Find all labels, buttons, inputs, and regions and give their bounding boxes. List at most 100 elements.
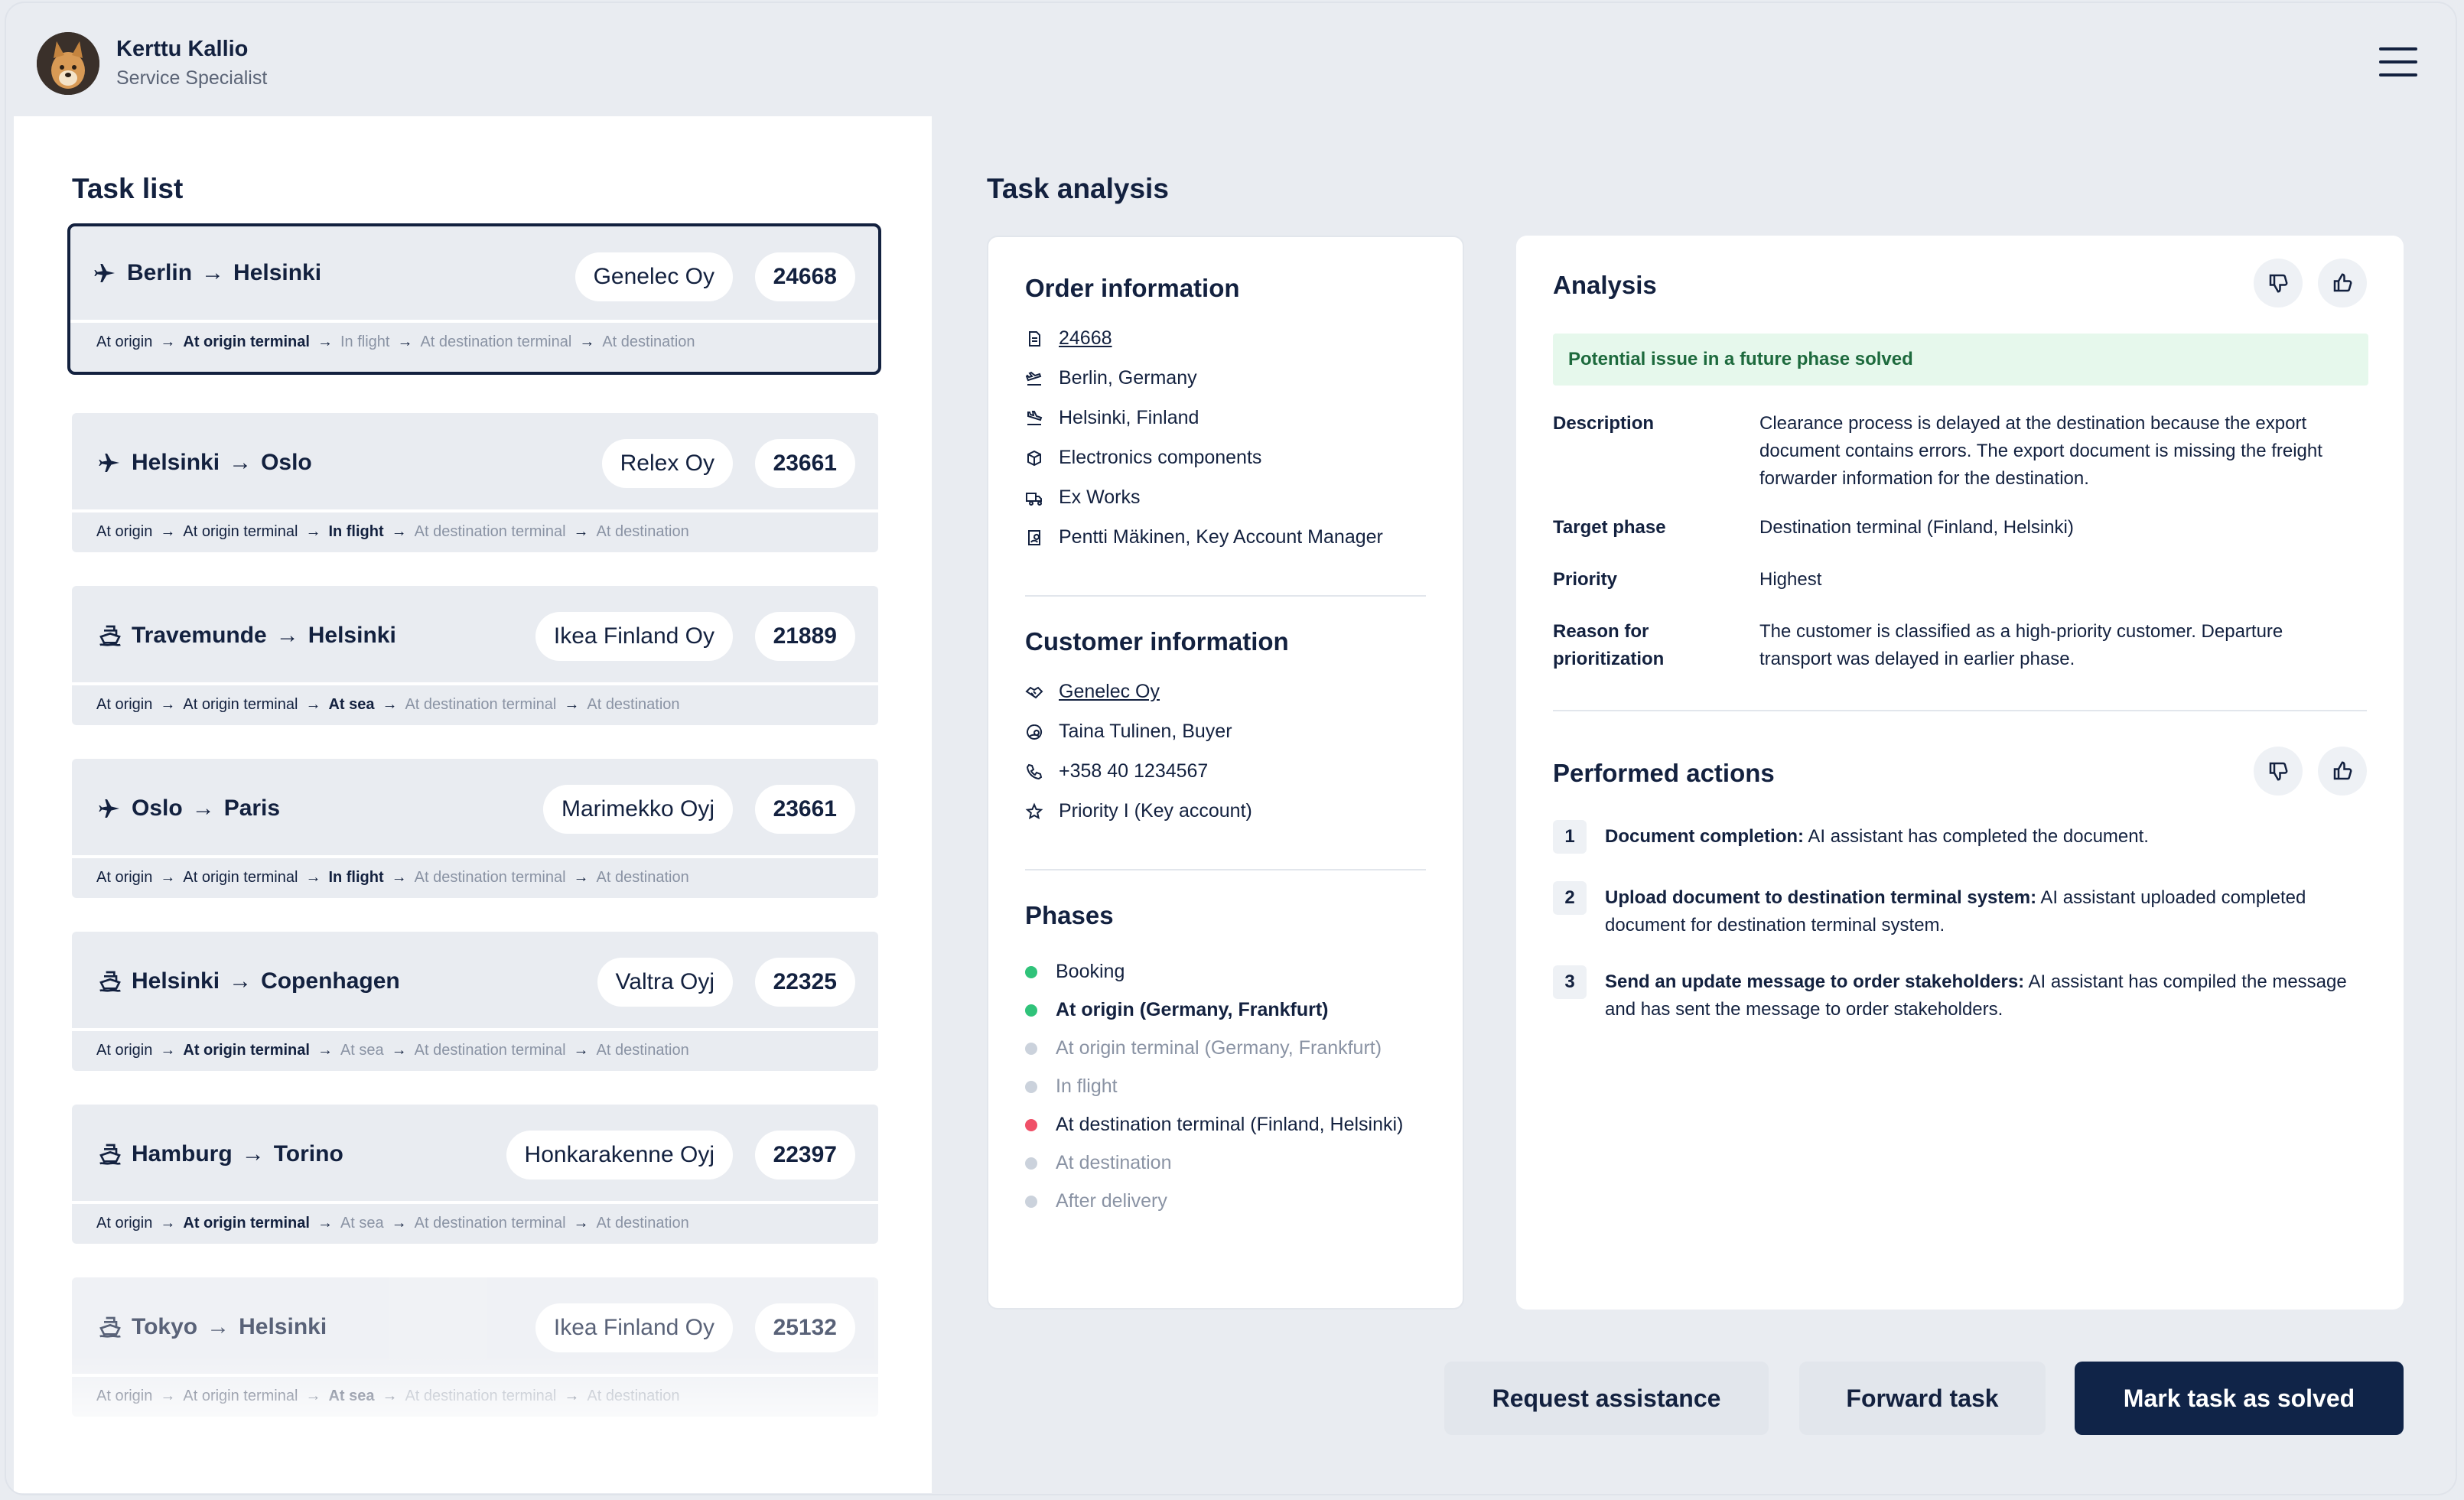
- description-label: Description: [1553, 413, 1655, 434]
- divider: [72, 1028, 878, 1031]
- actions-thumbs-down-button[interactable]: [2254, 747, 2303, 796]
- phase-item: In flight: [1025, 1075, 1118, 1098]
- actions-thumbs-up-button[interactable]: [2318, 747, 2367, 796]
- header: Kerttu Kallio Service Specialist: [6, 3, 2456, 118]
- target-phase-value: Destination terminal (Finland, Helsinki): [1759, 517, 2074, 538]
- destination-row: Helsinki, Finland: [1025, 407, 1199, 429]
- document-icon: [1029, 330, 1040, 347]
- status-dot-icon: [1025, 965, 1037, 978]
- phase-step: At destination terminal: [414, 1215, 566, 1232]
- divider: [72, 509, 878, 512]
- arrow-right-icon: →: [305, 696, 321, 713]
- action-text: Upload document to destination terminal …: [1605, 884, 2370, 939]
- status-dot-icon: [1025, 1080, 1037, 1093]
- task-card[interactable]: Helsinki → Oslo Relex Oy 23661 At origin → At o…: [72, 413, 878, 552]
- task-route: Tokyo → Helsinki: [98, 1314, 327, 1340]
- arrow-right-icon: →: [573, 1215, 589, 1232]
- route-from: Hamburg: [132, 1141, 233, 1166]
- phase-step: At origin: [96, 696, 153, 713]
- phone-icon: [1026, 763, 1043, 779]
- divider: [1025, 595, 1426, 597]
- arrow-right-icon: →: [573, 869, 589, 886]
- order-number-pill: 25132: [754, 1303, 855, 1352]
- route-from: Berlin: [127, 260, 193, 285]
- target-phase-label: Target phase: [1553, 517, 1666, 538]
- divider: [72, 855, 878, 858]
- task-list-panel: Task list Berlin → Helsinki Genelec Oy 24668…: [14, 116, 932, 1493]
- phase-label: After delivery: [1056, 1190, 1167, 1212]
- origin-row: Berlin, Germany: [1025, 367, 1197, 389]
- order-info-card: Order information 24668 Berlin, Germany …: [987, 236, 1464, 1310]
- action-number: 2: [1553, 881, 1587, 915]
- order-number-pill: 23661: [754, 785, 855, 834]
- star-icon: [1025, 802, 1043, 819]
- arrow-right-icon: →: [160, 869, 176, 886]
- phase-step: At origin terminal: [183, 334, 310, 350]
- request-assistance-button[interactable]: Request assistance: [1444, 1362, 1769, 1435]
- phase-item: At destination: [1025, 1152, 1172, 1174]
- phase-step: At origin: [96, 1215, 153, 1232]
- phase-step: At sea: [340, 1042, 384, 1059]
- route-from: Tokyo: [132, 1314, 198, 1339]
- arrow-right-icon: →: [207, 1314, 230, 1339]
- thumbs-down-button[interactable]: [2254, 259, 2303, 307]
- order-number-row[interactable]: 24668: [1025, 327, 1112, 350]
- customer-company-row[interactable]: Genelec Oy: [1025, 681, 1160, 703]
- phase-label: At destination terminal (Finland, Helsin…: [1056, 1114, 1404, 1135]
- route-from: Helsinki: [132, 968, 220, 994]
- phase-label: Booking: [1056, 961, 1125, 982]
- phase-step: At destination: [596, 1042, 689, 1059]
- route-from: Oslo: [132, 796, 183, 821]
- arrow-right-icon: →: [573, 1042, 589, 1059]
- analysis-title: Analysis: [1553, 271, 1657, 299]
- incoterm-row: Ex Works: [1025, 486, 1141, 509]
- task-card[interactable]: Hamburg → Torino Honkarakenne Oyj 22397 At or…: [72, 1105, 878, 1244]
- phase-item: After delivery: [1025, 1190, 1167, 1212]
- ship-icon: [99, 625, 121, 646]
- reason-label: Reason for prioritization: [1553, 621, 1665, 669]
- route-to: Torino: [273, 1141, 343, 1166]
- order-number-link[interactable]: 24668: [1059, 327, 1112, 350]
- arrow-right-icon: →: [160, 523, 176, 540]
- phase-track: At origin → At origin terminal → At sea → At d…: [96, 1042, 689, 1059]
- arrow-right-icon: →: [275, 623, 299, 648]
- task-header: Berlin → Helsinki Genelec Oy 24668: [70, 226, 878, 320]
- task-card[interactable]: Travemunde → Helsinki Ikea Finland Oy 21889 A…: [72, 586, 878, 725]
- phase-step: At destination terminal: [414, 869, 566, 886]
- phase-step: In flight: [328, 869, 384, 886]
- avatar[interactable]: [37, 32, 99, 95]
- task-header: Helsinki → Oslo Relex Oy 23661: [72, 413, 878, 509]
- task-card[interactable]: Oslo → Paris Marimekko Oyj 23661 At origin → At…: [72, 759, 878, 898]
- arrow-right-icon: →: [160, 1215, 176, 1232]
- forward-task-button[interactable]: Forward task: [1799, 1362, 2046, 1435]
- arrow-right-icon: →: [317, 1215, 333, 1232]
- phase-track: At origin → At origin terminal → In flight → A…: [96, 523, 689, 541]
- hamburger-menu-icon[interactable]: [2379, 47, 2417, 78]
- phases-title: Phases: [1025, 901, 1114, 929]
- task-list-title: Task list: [72, 173, 184, 204]
- task-header: Travemunde → Helsinki Ikea Finland Oy 21889: [72, 586, 878, 682]
- priority-label: Priority: [1553, 569, 1618, 590]
- phase-step: At destination terminal: [414, 523, 566, 540]
- task-card[interactable]: Helsinki → Copenhagen Valtra Oyj 22325 At ori…: [72, 932, 878, 1071]
- route-to: Oslo: [261, 450, 312, 475]
- phase-step: At destination: [596, 1215, 689, 1232]
- phase-step: In flight: [340, 334, 390, 350]
- user-role: Service Specialist: [116, 67, 268, 89]
- phase-step: At sea: [340, 1215, 384, 1232]
- route-from: Helsinki: [132, 450, 220, 475]
- customer-phone-row: +358 40 1234567: [1025, 760, 1208, 783]
- task-card[interactable]: Berlin → Helsinki Genelec Oy 24668 At origin →…: [67, 223, 881, 375]
- plane-icon: [99, 454, 119, 472]
- phase-label: At origin (Germany, Frankfurt): [1056, 999, 1329, 1020]
- task-header: Hamburg → Torino Honkarakenne Oyj 22397: [72, 1105, 878, 1201]
- package-icon: [1027, 450, 1041, 466]
- arrow-right-icon: →: [579, 334, 595, 350]
- phase-step: At destination: [596, 869, 689, 886]
- customer-priority-row: Priority I (Key account): [1025, 800, 1252, 822]
- thumbs-up-button[interactable]: [2318, 259, 2367, 307]
- customer-company-link[interactable]: Genelec Oy: [1059, 681, 1160, 703]
- arrow-right-icon: →: [241, 1141, 265, 1166]
- company-pill: Relex Oy: [601, 439, 733, 488]
- mark-solved-button[interactable]: Mark task as solved: [2075, 1362, 2404, 1435]
